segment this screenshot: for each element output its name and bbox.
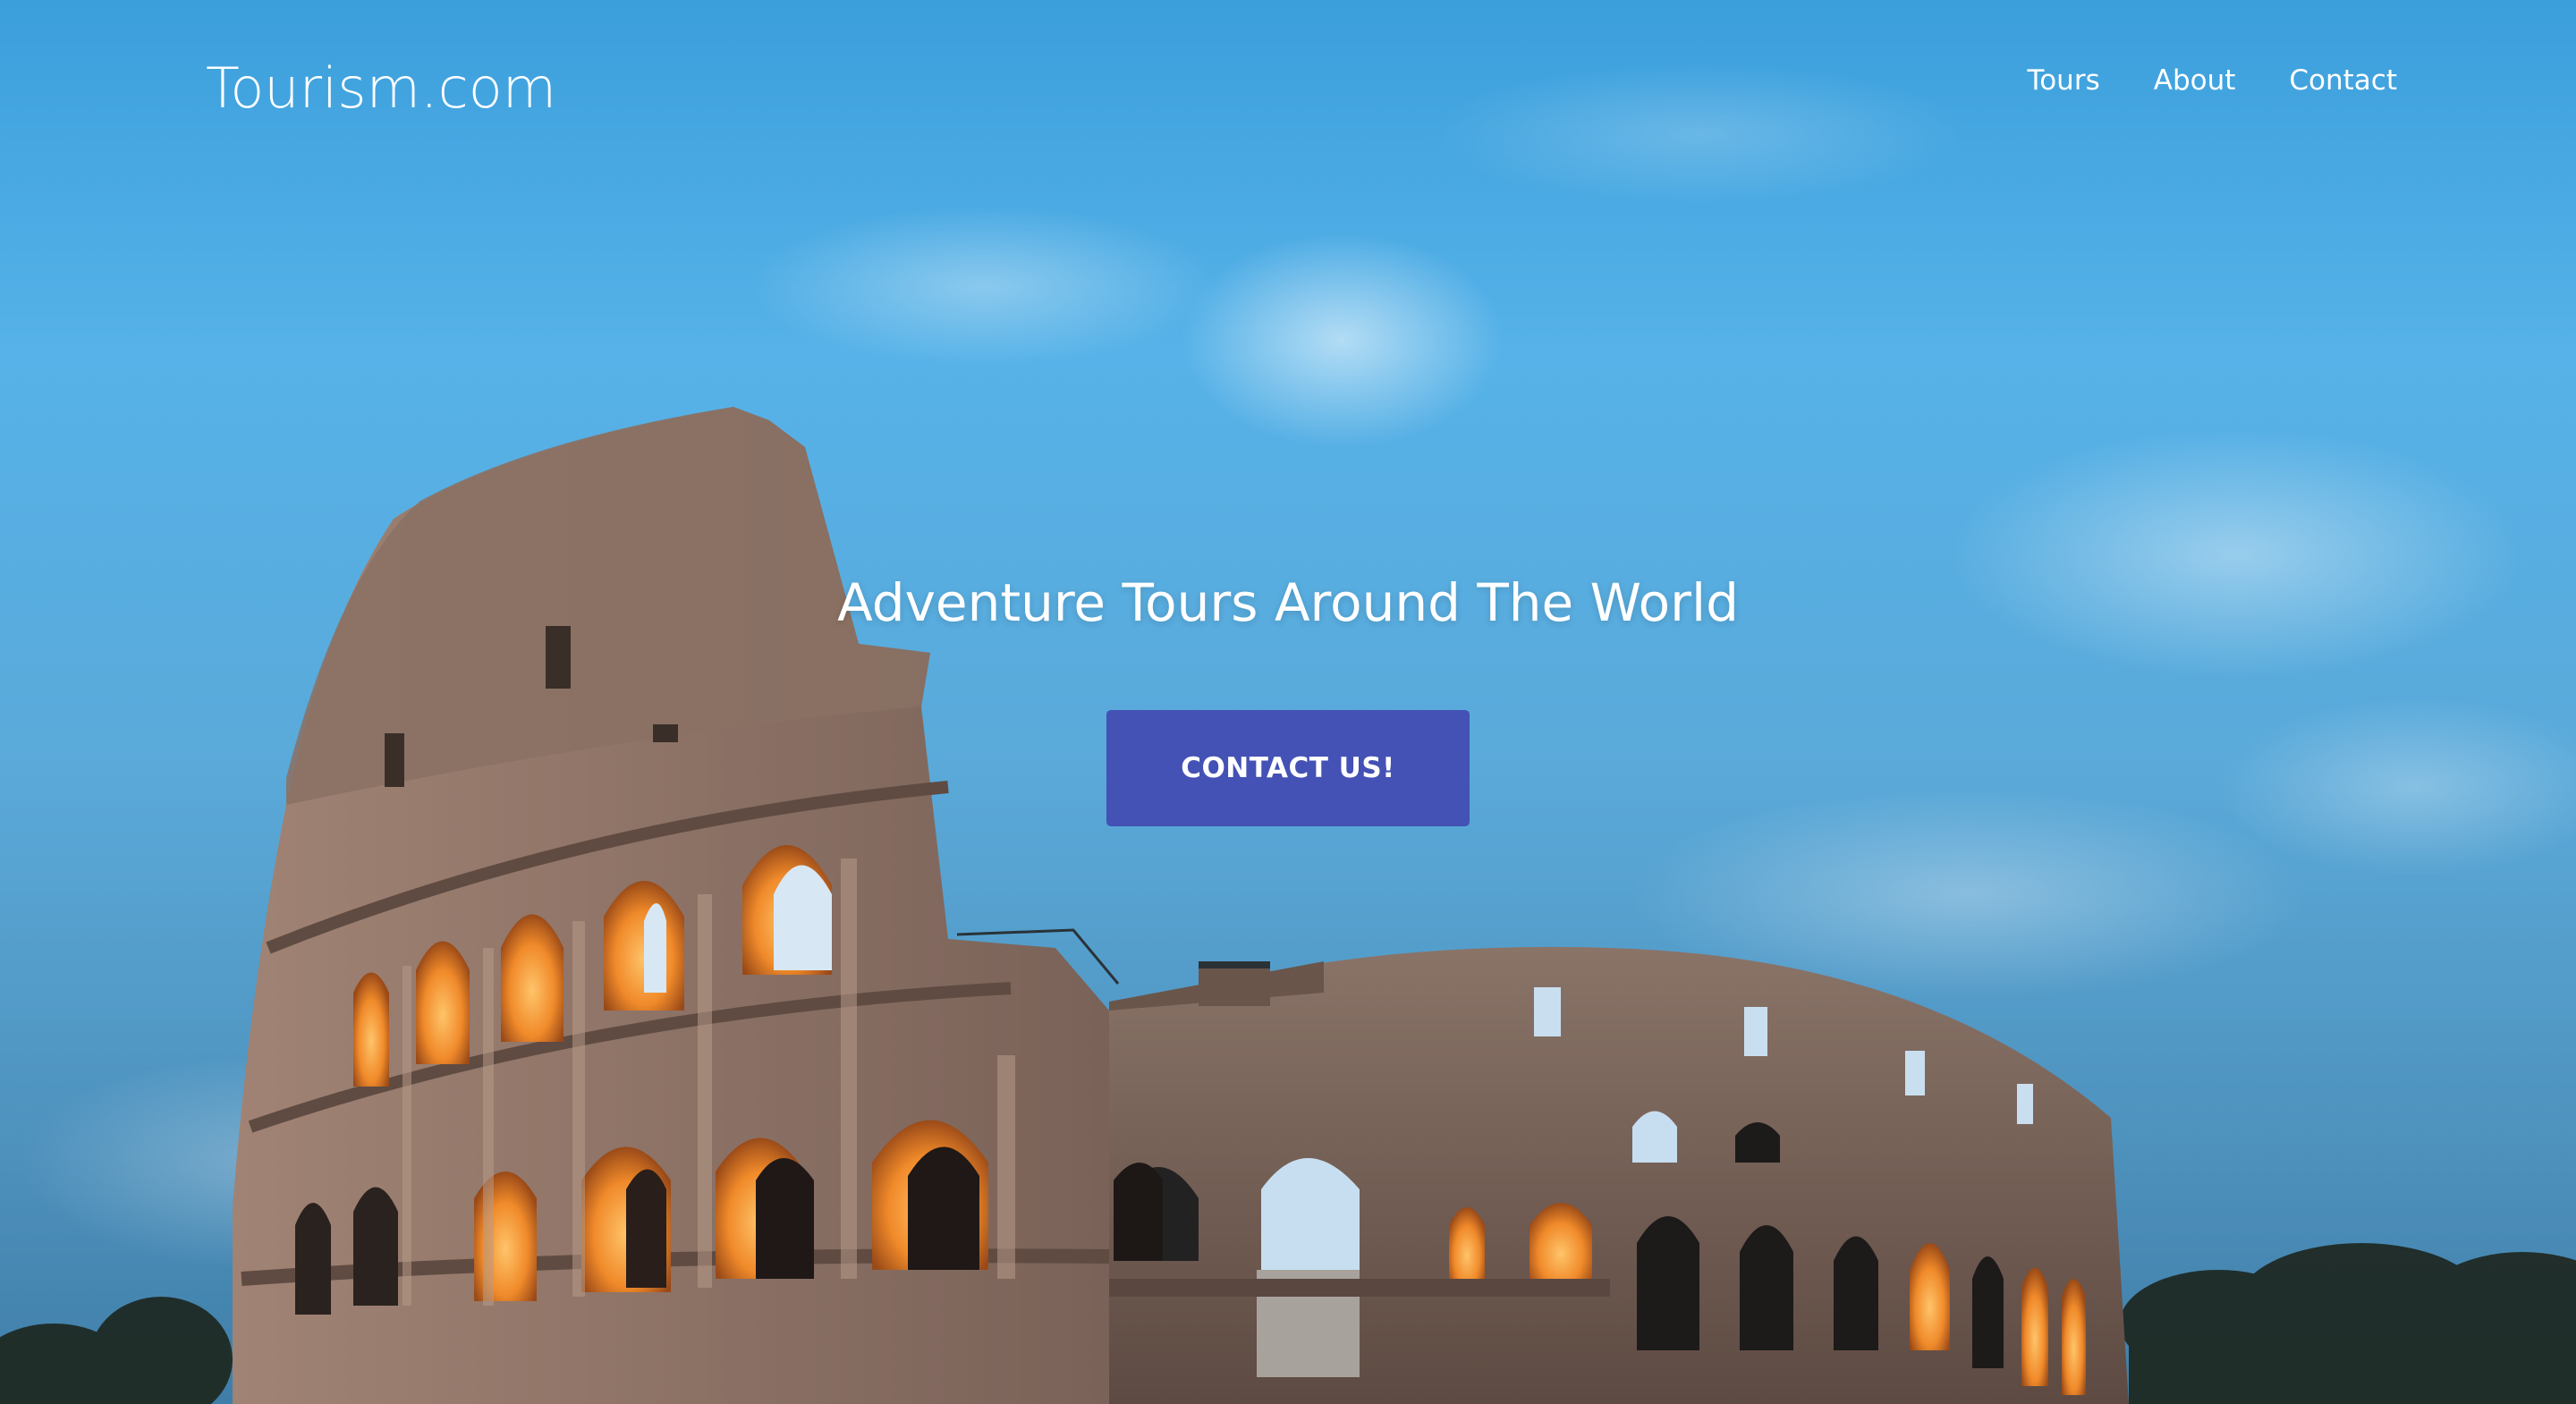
site-logo[interactable]: Tourism.com	[206, 55, 556, 121]
contact-us-button[interactable]: CONTACT US!	[1106, 710, 1470, 826]
site-header: Tourism.com Tours About Contact	[0, 0, 2576, 179]
nav-link-tours[interactable]: Tours	[2028, 64, 2100, 97]
main-nav: Tours About Contact	[2028, 64, 2397, 97]
hero-headline: Adventure Tours Around The World	[837, 572, 1739, 633]
nav-link-contact[interactable]: Contact	[2289, 64, 2397, 97]
hero-section: Tourism.com Tours About Contact Adventur…	[0, 0, 2576, 1404]
nav-link-about[interactable]: About	[2154, 64, 2236, 97]
hero-background-image	[0, 63, 2576, 1404]
